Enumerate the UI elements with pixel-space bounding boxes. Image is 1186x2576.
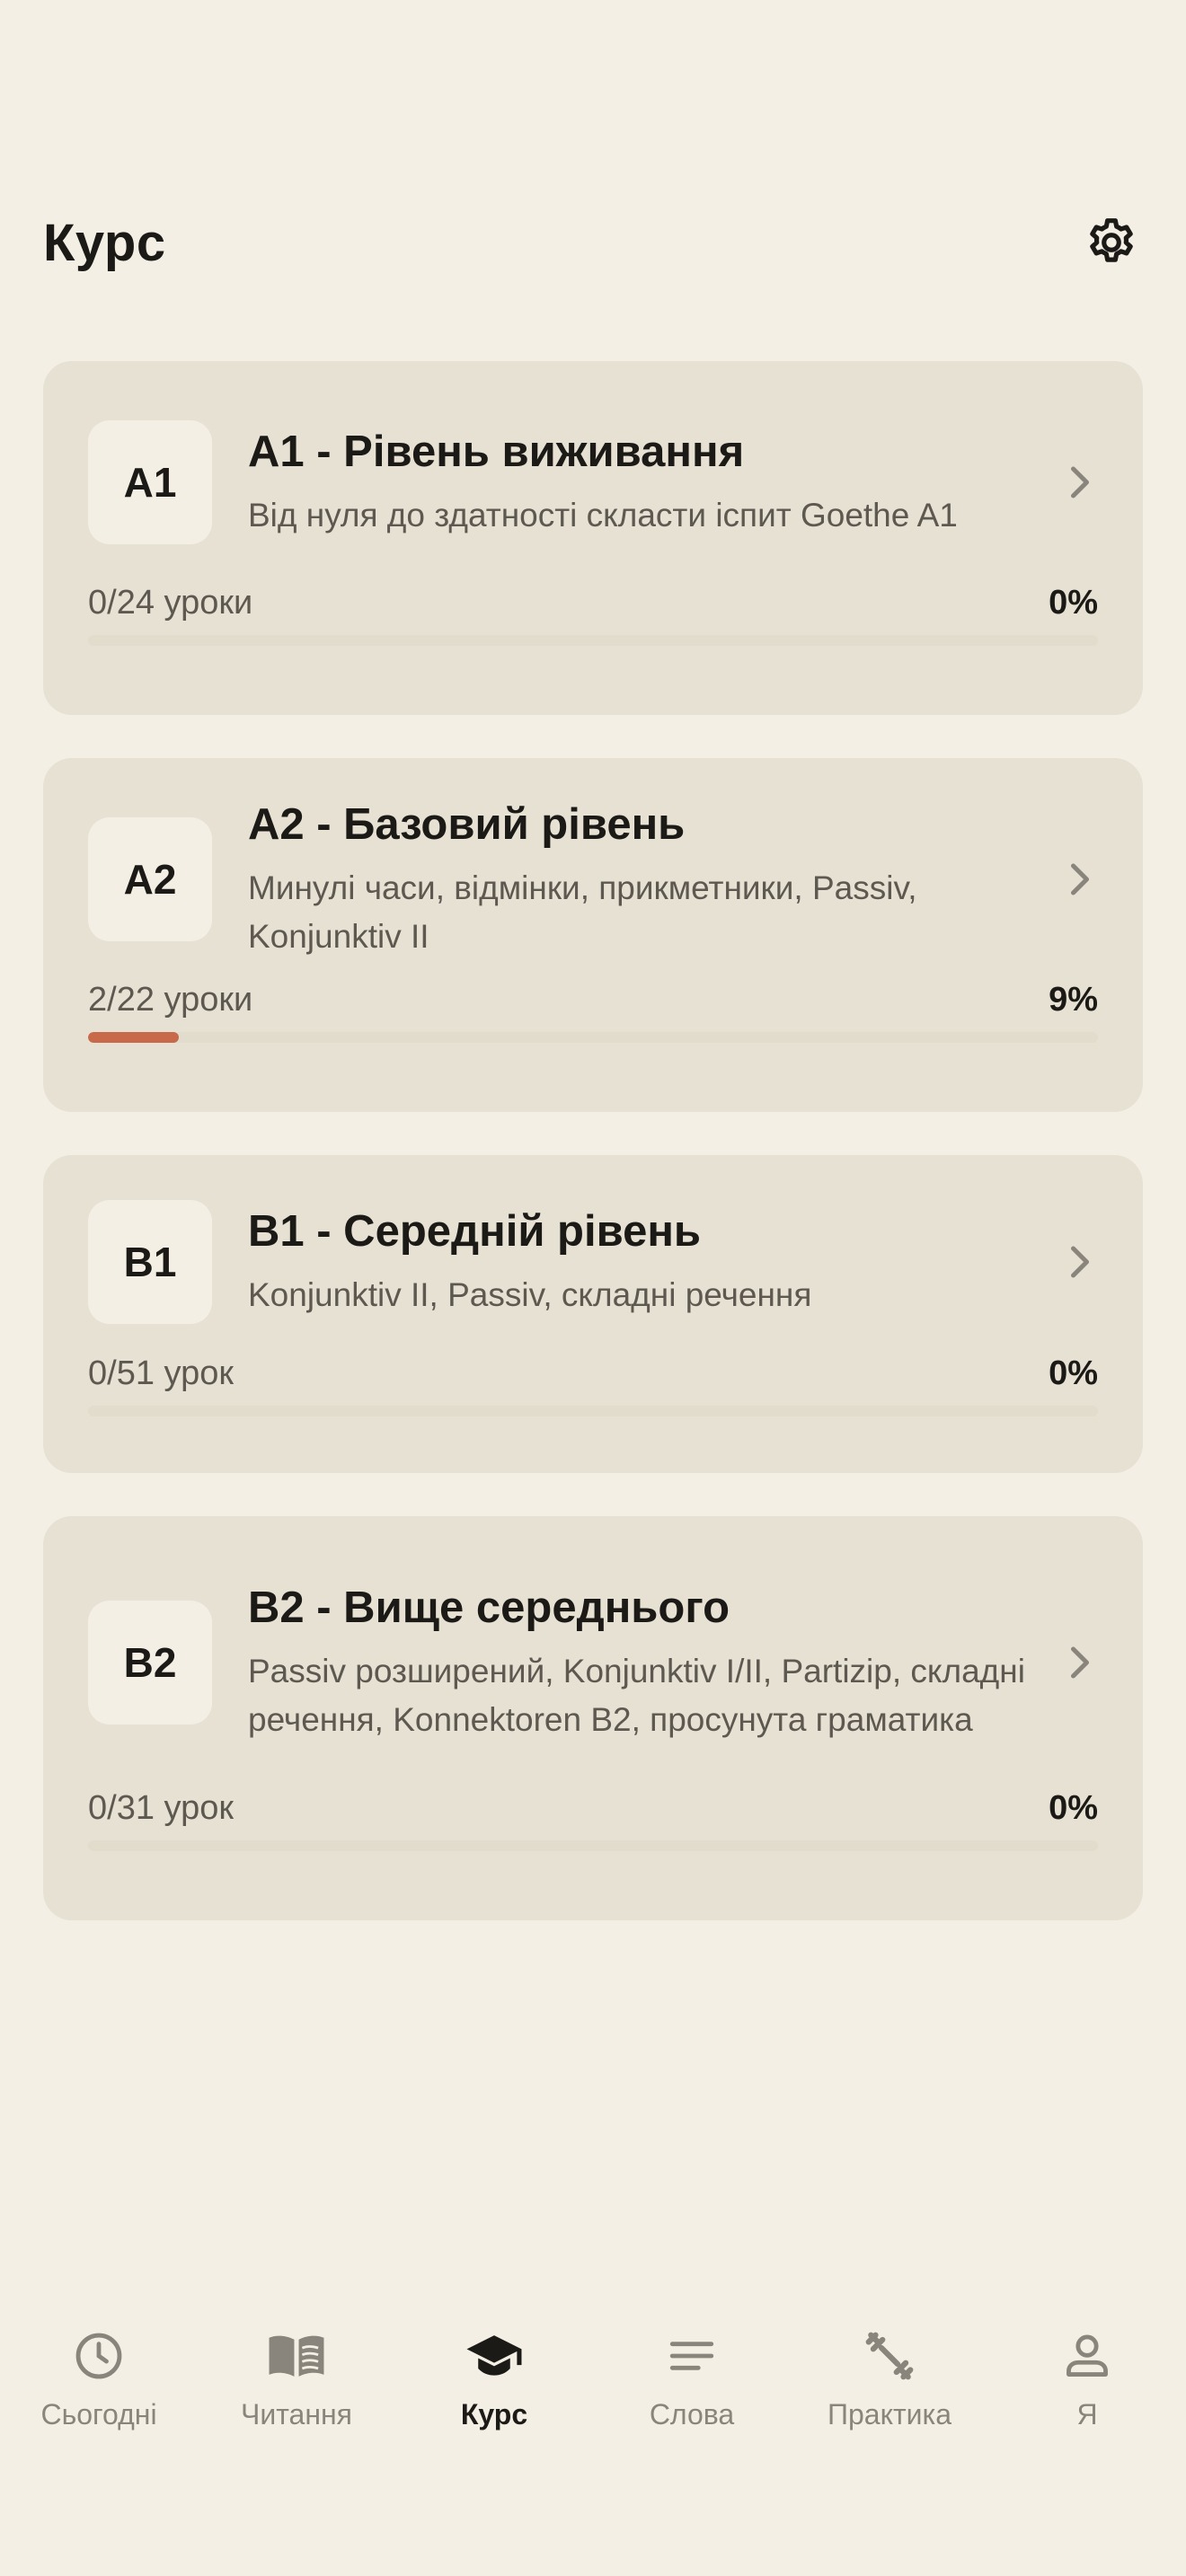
settings-button[interactable] — [1080, 211, 1143, 274]
course-card-a1[interactable]: A1 A1 - Рівень виживання Від нуля до зда… — [43, 361, 1143, 715]
progress-bar — [88, 635, 1098, 646]
lessons-count: 2/22 уроки — [88, 981, 253, 1019]
tab-course[interactable]: Курс — [395, 2326, 593, 2461]
tab-bar: Сьогодні Читання Курс Слова Практика Я — [0, 2326, 1186, 2461]
tab-label: Сьогодні — [40, 2398, 157, 2430]
course-description: Минулі часи, відмінки, прикметники, Pass… — [248, 869, 917, 955]
page-title: Курс — [43, 213, 166, 272]
lines-icon — [662, 2326, 721, 2386]
chevron-right-icon — [1062, 1244, 1098, 1280]
tab-profile[interactable]: Я — [988, 2326, 1186, 2461]
tab-today[interactable]: Сьогодні — [0, 2326, 198, 2461]
progress-percent: 0% — [1049, 584, 1098, 622]
level-badge: B2 — [88, 1601, 212, 1725]
progress-percent: 9% — [1049, 981, 1098, 1019]
tab-label: Курс — [460, 2398, 528, 2430]
progress-bar — [88, 1032, 1098, 1043]
gear-icon — [1090, 218, 1133, 262]
level-badge: A1 — [88, 420, 212, 544]
lessons-count: 0/31 урок — [88, 1789, 234, 1827]
chevron-right-icon — [1062, 1645, 1098, 1681]
progress-percent: 0% — [1049, 1354, 1098, 1392]
level-badge: B1 — [88, 1200, 212, 1324]
tab-words[interactable]: Слова — [593, 2326, 791, 2461]
course-card-a2[interactable]: A2 A2 - Базовий рівень Минулі часи, відм… — [43, 758, 1143, 1112]
lessons-count: 0/51 урок — [88, 1354, 234, 1392]
course-card-b1[interactable]: B1 B1 - Середній рівень Konjunktiv II, P… — [43, 1155, 1143, 1473]
course-card-b2[interactable]: B2 B2 - Вище середнього Passiv розширени… — [43, 1516, 1143, 1920]
progress-bar — [88, 1840, 1098, 1851]
tab-label: Я — [1076, 2398, 1098, 2430]
course-description: Passiv розширений, Konjunktiv I/II, Part… — [248, 1653, 1025, 1738]
graduation-cap-icon — [465, 2326, 524, 2386]
dumbbell-icon — [860, 2326, 919, 2386]
chevron-right-icon — [1062, 464, 1098, 500]
chevron-right-icon — [1062, 861, 1098, 897]
course-list: A1 A1 - Рівень виживання Від нуля до зда… — [43, 361, 1143, 1963]
course-description: Від нуля до здатності скласти іспит Goet… — [248, 497, 958, 534]
book-icon — [267, 2326, 326, 2386]
person-icon — [1058, 2326, 1117, 2386]
header: Курс — [43, 207, 1143, 278]
level-badge: A2 — [88, 817, 212, 941]
progress-fill — [88, 1032, 180, 1043]
course-title: B2 - Вище середнього — [248, 1584, 730, 1632]
lessons-count: 0/24 уроки — [88, 584, 253, 622]
clock-icon — [69, 2326, 128, 2386]
tab-practice[interactable]: Практика — [791, 2326, 988, 2461]
course-title: B1 - Середній рівень — [248, 1207, 702, 1256]
tab-label: Практика — [828, 2398, 951, 2430]
course-title: A2 - Базовий рівень — [248, 800, 686, 849]
course-title: A1 - Рівень виживання — [248, 428, 745, 476]
course-description: Konjunktiv II, Passiv, складні речення — [248, 1276, 812, 1313]
tab-label: Слова — [649, 2398, 735, 2430]
progress-bar — [88, 1406, 1098, 1416]
tab-reading[interactable]: Читання — [198, 2326, 395, 2461]
tab-label: Читання — [241, 2398, 352, 2430]
progress-percent: 0% — [1049, 1789, 1098, 1827]
